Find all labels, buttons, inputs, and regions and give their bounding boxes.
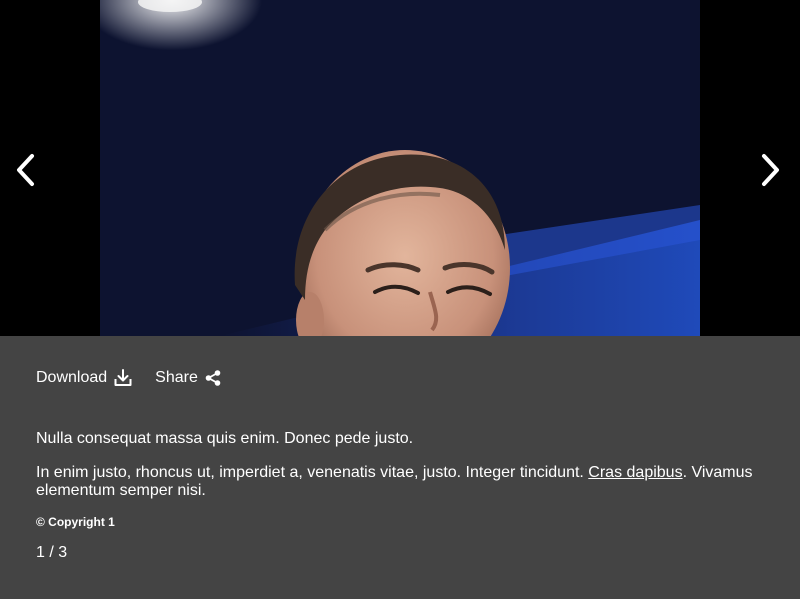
image-stage xyxy=(0,0,800,336)
caption-line-1: Nulla consequat massa quis enim. Donec p… xyxy=(36,430,414,447)
share-icon xyxy=(205,370,221,386)
gallery-photo xyxy=(100,0,700,336)
image-caption: Nulla consequat massa quis enim. Donec p… xyxy=(36,430,766,516)
caption-link[interactable]: Cras dapibus xyxy=(588,464,682,481)
copyright-text: © Copyright 1 xyxy=(36,515,115,529)
previous-image-button[interactable] xyxy=(6,148,46,192)
image-actions: Download Share xyxy=(36,368,222,388)
download-button[interactable]: Download xyxy=(36,368,133,388)
photo-illustration xyxy=(100,0,700,336)
download-label: Download xyxy=(36,369,108,386)
share-label: Share xyxy=(155,369,198,386)
caption-line-2: In enim justo, rhoncus ut, imperdiet a, … xyxy=(36,464,766,500)
share-button[interactable]: Share xyxy=(155,369,222,387)
next-image-button[interactable] xyxy=(750,148,790,192)
chevron-left-icon xyxy=(17,154,34,186)
caption-panel: Download Share Nulla consequat massa qui… xyxy=(0,336,800,599)
caption-text-before-link: In enim justo, rhoncus ut, imperdiet a, … xyxy=(36,464,589,481)
image-viewer: Download Share Nulla consequat massa qui… xyxy=(0,0,800,599)
download-icon xyxy=(114,369,132,386)
chevron-right-icon xyxy=(762,154,779,186)
image-counter: 1 / 3 xyxy=(36,544,68,561)
